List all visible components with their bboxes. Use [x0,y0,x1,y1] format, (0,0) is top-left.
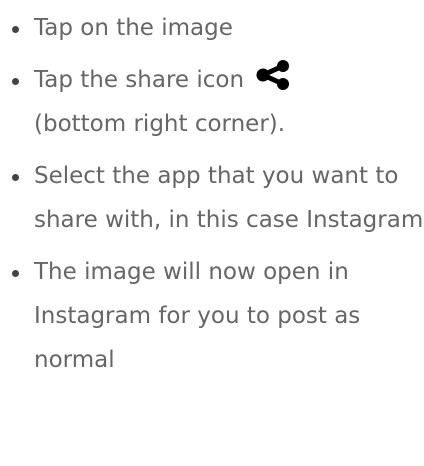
share-icon [255,60,291,90]
list-item-tap-share: Tap the share icon (bottom right corner)… [8,58,424,146]
step-text: Tap the share icon [34,67,245,93]
instruction-list: Tap on the image Tap the share icon (bot… [0,0,424,382]
step-text: Select the app that you want to share wi… [34,163,424,233]
bullet [12,270,19,277]
bullet [12,26,19,33]
list-item-select-app: Select the app that you want to share wi… [8,154,424,242]
step-text: Tap on the image [34,15,233,41]
step-text: The image will now open in Instagram for… [34,259,361,373]
bullet [12,174,19,181]
list-item-post: The image will now open in Instagram for… [8,250,424,382]
bullet [12,78,19,85]
list-item-tap-image: Tap on the image [8,6,424,50]
step-text-continued: (bottom right corner). [34,111,286,137]
